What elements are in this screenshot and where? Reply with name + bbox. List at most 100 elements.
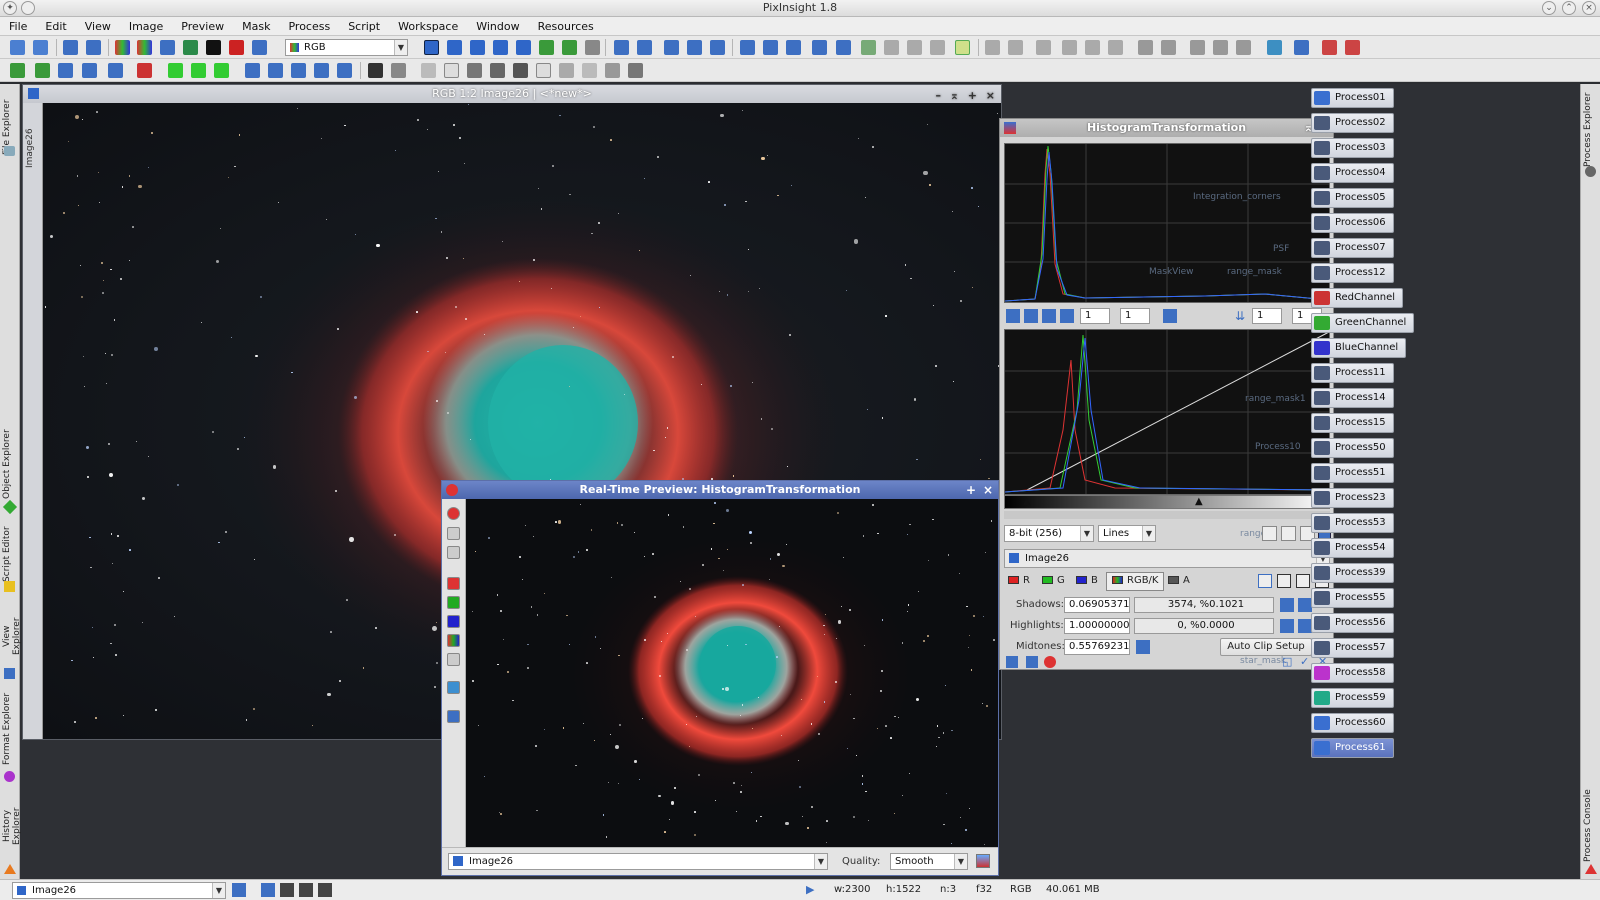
zoom-in-icon[interactable] [1024, 309, 1038, 323]
process-icon-item[interactable]: GreenChannel [1311, 313, 1415, 333]
channel-r-button[interactable]: R [1008, 575, 1030, 586]
pointer-icon[interactable] [585, 40, 600, 55]
process-icon-item[interactable]: Process51 [1311, 463, 1394, 483]
geometry-icon-f[interactable] [137, 63, 152, 78]
track-view-icon[interactable] [1258, 574, 1272, 588]
process-icon-item[interactable]: Process55 [1311, 588, 1394, 608]
process-icon-l[interactable] [1267, 40, 1282, 55]
menu-window[interactable]: Window [467, 17, 528, 36]
process-icon-item[interactable]: Process53 [1311, 513, 1394, 533]
reject-icon[interactable] [1277, 574, 1291, 588]
preview-view-select[interactable]: Image26 ▼ [448, 853, 828, 870]
process-icon-i[interactable] [1190, 40, 1205, 55]
process-icon-b[interactable] [1008, 40, 1023, 55]
menu-edit[interactable]: Edit [36, 17, 75, 36]
midtones-reset-icon[interactable] [1136, 640, 1150, 654]
preview-image[interactable] [466, 499, 998, 847]
red-channel-icon[interactable] [447, 577, 460, 590]
zoom-reset-icon[interactable] [1163, 309, 1177, 323]
mask-remove-icon[interactable] [930, 40, 945, 55]
process-icon-j[interactable] [1213, 40, 1228, 55]
histogram-transformation-panel[interactable]: HistogramTransformation ⌅ × Integration_… [999, 118, 1334, 670]
geometry-icon-c[interactable] [58, 63, 73, 78]
zoom-out-icon[interactable] [1042, 309, 1056, 323]
process-icon-item[interactable]: Process61 [1311, 738, 1394, 758]
rotate-icon-b[interactable] [268, 63, 283, 78]
status-icon-c[interactable] [280, 883, 294, 897]
preview-tool-icon-c[interactable] [447, 681, 460, 694]
rgb-channel-icon[interactable] [447, 634, 460, 647]
process-icon-h[interactable] [1161, 40, 1176, 55]
maximize-icon[interactable]: ⌃ [1562, 1, 1576, 15]
rotate-icon-c[interactable] [291, 63, 306, 78]
shadows-auto-icon[interactable] [1280, 598, 1294, 612]
reset-icon[interactable]: ◱ [1282, 655, 1292, 668]
status-view-select[interactable]: Image26 ▼ [12, 882, 226, 899]
undo-icon[interactable] [10, 40, 25, 55]
channel-g-button[interactable]: G [1042, 575, 1065, 586]
process-icon-item[interactable]: Process23 [1311, 488, 1394, 508]
screen-transfer-icon[interactable] [160, 40, 175, 55]
status-icon-d[interactable] [299, 883, 313, 897]
app-circle-icon[interactable] [21, 1, 35, 15]
shadows-slider-handle[interactable]: ▲ [1023, 496, 1031, 507]
preview-tool-icon-a[interactable] [447, 527, 460, 540]
shadows-reset-icon[interactable] [1298, 598, 1312, 612]
process-icon-item[interactable]: Process03 [1311, 138, 1394, 158]
output-histogram-graph[interactable]: range_mask1 Process10 [1004, 329, 1330, 495]
fill-icon-h[interactable] [628, 63, 643, 78]
expand-icon[interactable] [1296, 574, 1310, 588]
image-window-title-bar[interactable]: RGB 1:2 Image26 | <*new*> – ⌅ + × [23, 85, 1001, 103]
auto-stretch-icon[interactable] [183, 40, 198, 55]
process-icon-item[interactable]: Process02 [1311, 113, 1394, 133]
geometry-icon-i[interactable] [214, 63, 229, 78]
center-mode-icon[interactable] [516, 40, 531, 55]
tab-format-explorer[interactable]: Format Explorer [2, 689, 18, 769]
new-image-icon[interactable] [63, 40, 78, 55]
highlights-input[interactable]: 1.00000000 [1064, 618, 1130, 634]
green-channel-icon[interactable] [447, 596, 460, 609]
input-histogram-graph[interactable]: Integration_corners PSF MaskView range_m… [1004, 143, 1330, 303]
auto-clip-setup-button[interactable]: Auto Clip Setup [1220, 638, 1312, 656]
blue-channel-icon[interactable] [447, 615, 460, 628]
tab-process-explorer[interactable]: Process Explorer [1583, 90, 1599, 170]
new-instance-icon[interactable] [1006, 656, 1018, 668]
channel-a-button[interactable]: A [1168, 575, 1190, 586]
channel-b-button[interactable]: B [1076, 575, 1098, 586]
fill-icon-e[interactable] [559, 63, 574, 78]
process-icon-item[interactable]: Process15 [1311, 413, 1394, 433]
geometry-icon-d[interactable] [82, 63, 97, 78]
resolution-select[interactable]: 8-bit (256) ▼ [1004, 525, 1094, 542]
mirror-h-icon[interactable] [314, 63, 329, 78]
process-icon-item[interactable]: Process04 [1311, 163, 1394, 183]
fill-icon-c[interactable] [513, 63, 528, 78]
preview-tool-icon-d[interactable] [447, 710, 460, 723]
realtime-preview-title-bar[interactable]: Real-Time Preview: HistogramTransformati… [442, 481, 998, 499]
process-icon-a[interactable] [985, 40, 1000, 55]
tab-view-explorer[interactable]: View Explorer [2, 606, 22, 666]
zoom-out-icon[interactable] [637, 40, 652, 55]
black-icon[interactable] [368, 63, 383, 78]
shadows-input[interactable]: 0.06905371 [1064, 597, 1130, 613]
alpha-channel-icon[interactable] [447, 653, 460, 666]
process-icon-item[interactable]: Process50 [1311, 438, 1394, 458]
process-icon-item[interactable]: BlueChannel [1311, 338, 1407, 358]
cascade-icon[interactable] [786, 40, 801, 55]
status-icon-a[interactable] [232, 883, 246, 897]
readout-mode-icon[interactable] [424, 40, 439, 55]
highlights-reset-icon[interactable] [1298, 619, 1312, 633]
process-icon-item[interactable]: Process01 [1311, 88, 1394, 108]
readout-icon[interactable] [1006, 309, 1020, 323]
process-icon-item[interactable]: Process56 [1311, 613, 1394, 633]
minimize-icon[interactable]: ⌄ [1542, 1, 1556, 15]
clear-icon[interactable] [444, 63, 459, 78]
geometry-icon-g[interactable] [168, 63, 183, 78]
process-icon-o[interactable] [1345, 40, 1360, 55]
redo-icon[interactable] [33, 40, 48, 55]
menu-mask[interactable]: Mask [233, 17, 279, 36]
rgb-channels-icon[interactable] [115, 40, 130, 55]
graph-style-select[interactable]: Lines ▼ [1098, 525, 1156, 542]
zoom-out-mode-icon[interactable] [470, 40, 485, 55]
menu-file[interactable]: File [0, 17, 36, 36]
process-icon-d[interactable] [1062, 40, 1077, 55]
